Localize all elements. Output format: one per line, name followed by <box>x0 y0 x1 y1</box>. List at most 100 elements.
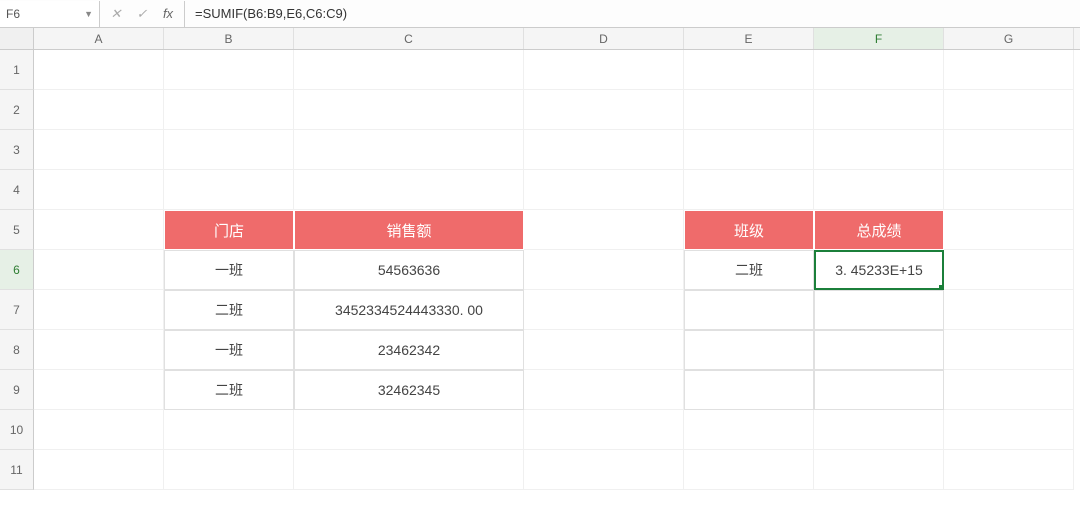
cell-G5[interactable] <box>944 210 1074 250</box>
name-box[interactable]: F6 ▼ <box>0 1 100 27</box>
cell-A2[interactable] <box>34 90 164 130</box>
col-header-B[interactable]: B <box>164 28 294 49</box>
cell-E4[interactable] <box>684 170 814 210</box>
cell-G7[interactable] <box>944 290 1074 330</box>
cell-C6[interactable]: 54563636 <box>294 250 524 290</box>
cell-C9[interactable]: 32462345 <box>294 370 524 410</box>
cell-F2[interactable] <box>814 90 944 130</box>
cell-F6[interactable]: 3. 45233E+15 <box>814 250 944 290</box>
cell-E5[interactable]: 班级 <box>684 210 814 250</box>
col-header-D[interactable]: D <box>524 28 684 49</box>
cell-E11[interactable] <box>684 450 814 490</box>
cell-C5[interactable]: 销售额 <box>294 210 524 250</box>
cell-G6[interactable] <box>944 250 1074 290</box>
cell-B5[interactable]: 门店 <box>164 210 294 250</box>
cell-C8[interactable]: 23462342 <box>294 330 524 370</box>
cell-C3[interactable] <box>294 130 524 170</box>
cell-B8[interactable]: 一班 <box>164 330 294 370</box>
row-header-10[interactable]: 10 <box>0 410 34 450</box>
cell-D10[interactable] <box>524 410 684 450</box>
col-header-F[interactable]: F <box>814 28 944 49</box>
cell-E3[interactable] <box>684 130 814 170</box>
fill-handle[interactable] <box>939 285 944 290</box>
cell-C7[interactable]: 3452334524443330. 00 <box>294 290 524 330</box>
row-header-4[interactable]: 4 <box>0 170 34 210</box>
cell-A11[interactable] <box>34 450 164 490</box>
cell-B10[interactable] <box>164 410 294 450</box>
cell-A1[interactable] <box>34 50 164 90</box>
cell-C10[interactable] <box>294 410 524 450</box>
cell-F7[interactable] <box>814 290 944 330</box>
cell-G2[interactable] <box>944 90 1074 130</box>
row-header-8[interactable]: 8 <box>0 330 34 370</box>
cell-C4[interactable] <box>294 170 524 210</box>
cell-F10[interactable] <box>814 410 944 450</box>
cell-B4[interactable] <box>164 170 294 210</box>
cell-C11[interactable] <box>294 450 524 490</box>
cell-G4[interactable] <box>944 170 1074 210</box>
cell-B7[interactable]: 二班 <box>164 290 294 330</box>
confirm-icon[interactable]: ✓ <box>134 6 150 22</box>
cell-D8[interactable] <box>524 330 684 370</box>
cell-D4[interactable] <box>524 170 684 210</box>
select-all-corner[interactable] <box>0 28 34 49</box>
cell-D6[interactable] <box>524 250 684 290</box>
cell-G1[interactable] <box>944 50 1074 90</box>
chevron-down-icon[interactable]: ▼ <box>84 9 93 19</box>
cell-C1[interactable] <box>294 50 524 90</box>
row-header-2[interactable]: 2 <box>0 90 34 130</box>
row-header-6[interactable]: 6 <box>0 250 34 290</box>
cell-B9[interactable]: 二班 <box>164 370 294 410</box>
cell-F11[interactable] <box>814 450 944 490</box>
cell-F5[interactable]: 总成绩 <box>814 210 944 250</box>
cell-A9[interactable] <box>34 370 164 410</box>
cell-D7[interactable] <box>524 290 684 330</box>
fx-icon[interactable]: fx <box>160 6 176 21</box>
cell-A4[interactable] <box>34 170 164 210</box>
cell-E10[interactable] <box>684 410 814 450</box>
cell-C2[interactable] <box>294 90 524 130</box>
cell-G11[interactable] <box>944 450 1074 490</box>
cell-G9[interactable] <box>944 370 1074 410</box>
cell-B3[interactable] <box>164 130 294 170</box>
cell-D2[interactable] <box>524 90 684 130</box>
cell-F8[interactable] <box>814 330 944 370</box>
cell-D11[interactable] <box>524 450 684 490</box>
row-header-11[interactable]: 11 <box>0 450 34 490</box>
cell-D1[interactable] <box>524 50 684 90</box>
cell-F4[interactable] <box>814 170 944 210</box>
row-header-9[interactable]: 9 <box>0 370 34 410</box>
cell-A3[interactable] <box>34 130 164 170</box>
row-header-7[interactable]: 7 <box>0 290 34 330</box>
cancel-icon[interactable]: ✕ <box>108 6 124 22</box>
cell-E9[interactable] <box>684 370 814 410</box>
cell-F1[interactable] <box>814 50 944 90</box>
cell-F3[interactable] <box>814 130 944 170</box>
cell-A10[interactable] <box>34 410 164 450</box>
cell-G3[interactable] <box>944 130 1074 170</box>
cell-E7[interactable] <box>684 290 814 330</box>
row-header-5[interactable]: 5 <box>0 210 34 250</box>
cell-E8[interactable] <box>684 330 814 370</box>
col-header-E[interactable]: E <box>684 28 814 49</box>
col-header-C[interactable]: C <box>294 28 524 49</box>
cell-A7[interactable] <box>34 290 164 330</box>
cell-A8[interactable] <box>34 330 164 370</box>
cell-B2[interactable] <box>164 90 294 130</box>
cell-D5[interactable] <box>524 210 684 250</box>
cell-B1[interactable] <box>164 50 294 90</box>
cell-B6[interactable]: 一班 <box>164 250 294 290</box>
cell-G10[interactable] <box>944 410 1074 450</box>
cell-E1[interactable] <box>684 50 814 90</box>
cell-D3[interactable] <box>524 130 684 170</box>
col-header-G[interactable]: G <box>944 28 1074 49</box>
cell-E6[interactable]: 二班 <box>684 250 814 290</box>
cell-E2[interactable] <box>684 90 814 130</box>
formula-input[interactable]: =SUMIF(B6:B9,E6,C6:C9) <box>185 1 1080 27</box>
row-header-3[interactable]: 3 <box>0 130 34 170</box>
cell-G8[interactable] <box>944 330 1074 370</box>
cell-D9[interactable] <box>524 370 684 410</box>
cell-A6[interactable] <box>34 250 164 290</box>
row-header-1[interactable]: 1 <box>0 50 34 90</box>
cell-A5[interactable] <box>34 210 164 250</box>
